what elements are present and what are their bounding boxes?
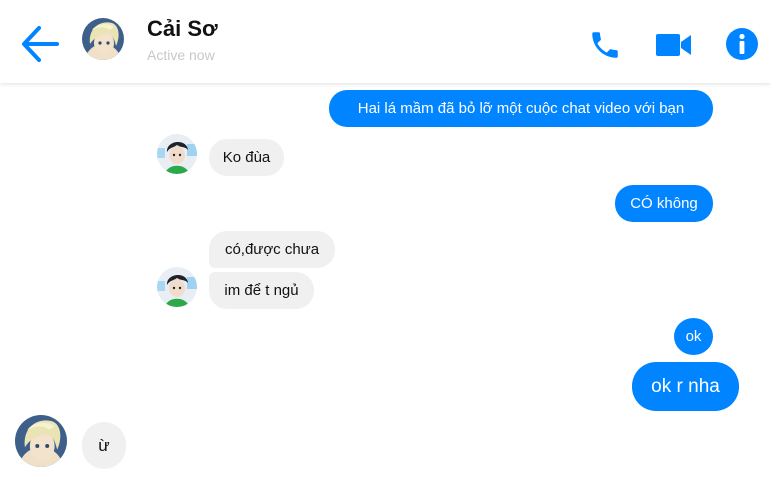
chat-header: Cải Sơ Active now (0, 0, 771, 83)
sender-avatar (157, 267, 197, 307)
video-call-button[interactable] (654, 30, 694, 60)
voice-call-button[interactable] (588, 28, 622, 62)
messenger-chat-window: Cải Sơ Active now Hai lá mầm đã bỏ lỡ mộ… (0, 0, 771, 477)
message-bubble-outgoing[interactable]: Hai lá mầm đã bỏ lỡ một cuộc chat video … (329, 90, 713, 127)
message-bubble-incoming[interactable]: có,được chưa (209, 231, 335, 268)
contact-status: Active now (147, 47, 215, 63)
contact-avatar[interactable] (82, 18, 124, 60)
message-bubble-incoming[interactable]: ừ (82, 422, 126, 469)
message-bubble-outgoing[interactable]: CÓ không (615, 185, 713, 222)
message-bubble-incoming[interactable]: Ko đùa (209, 139, 284, 176)
contact-name: Cải Sơ (147, 16, 218, 41)
message-bubble-outgoing[interactable]: ok (674, 318, 713, 355)
contact-avatar-small (15, 415, 67, 467)
back-button[interactable] (20, 24, 60, 64)
arrow-left-icon (22, 26, 59, 62)
video-camera-icon (656, 34, 691, 56)
conversation-info-button[interactable] (724, 26, 760, 62)
sender-avatar (157, 134, 197, 174)
message-bubble-incoming[interactable]: im để t ngủ (209, 272, 314, 309)
message-bubble-outgoing[interactable]: ok r nha (632, 362, 739, 411)
info-icon (726, 28, 758, 60)
phone-icon (592, 32, 618, 58)
